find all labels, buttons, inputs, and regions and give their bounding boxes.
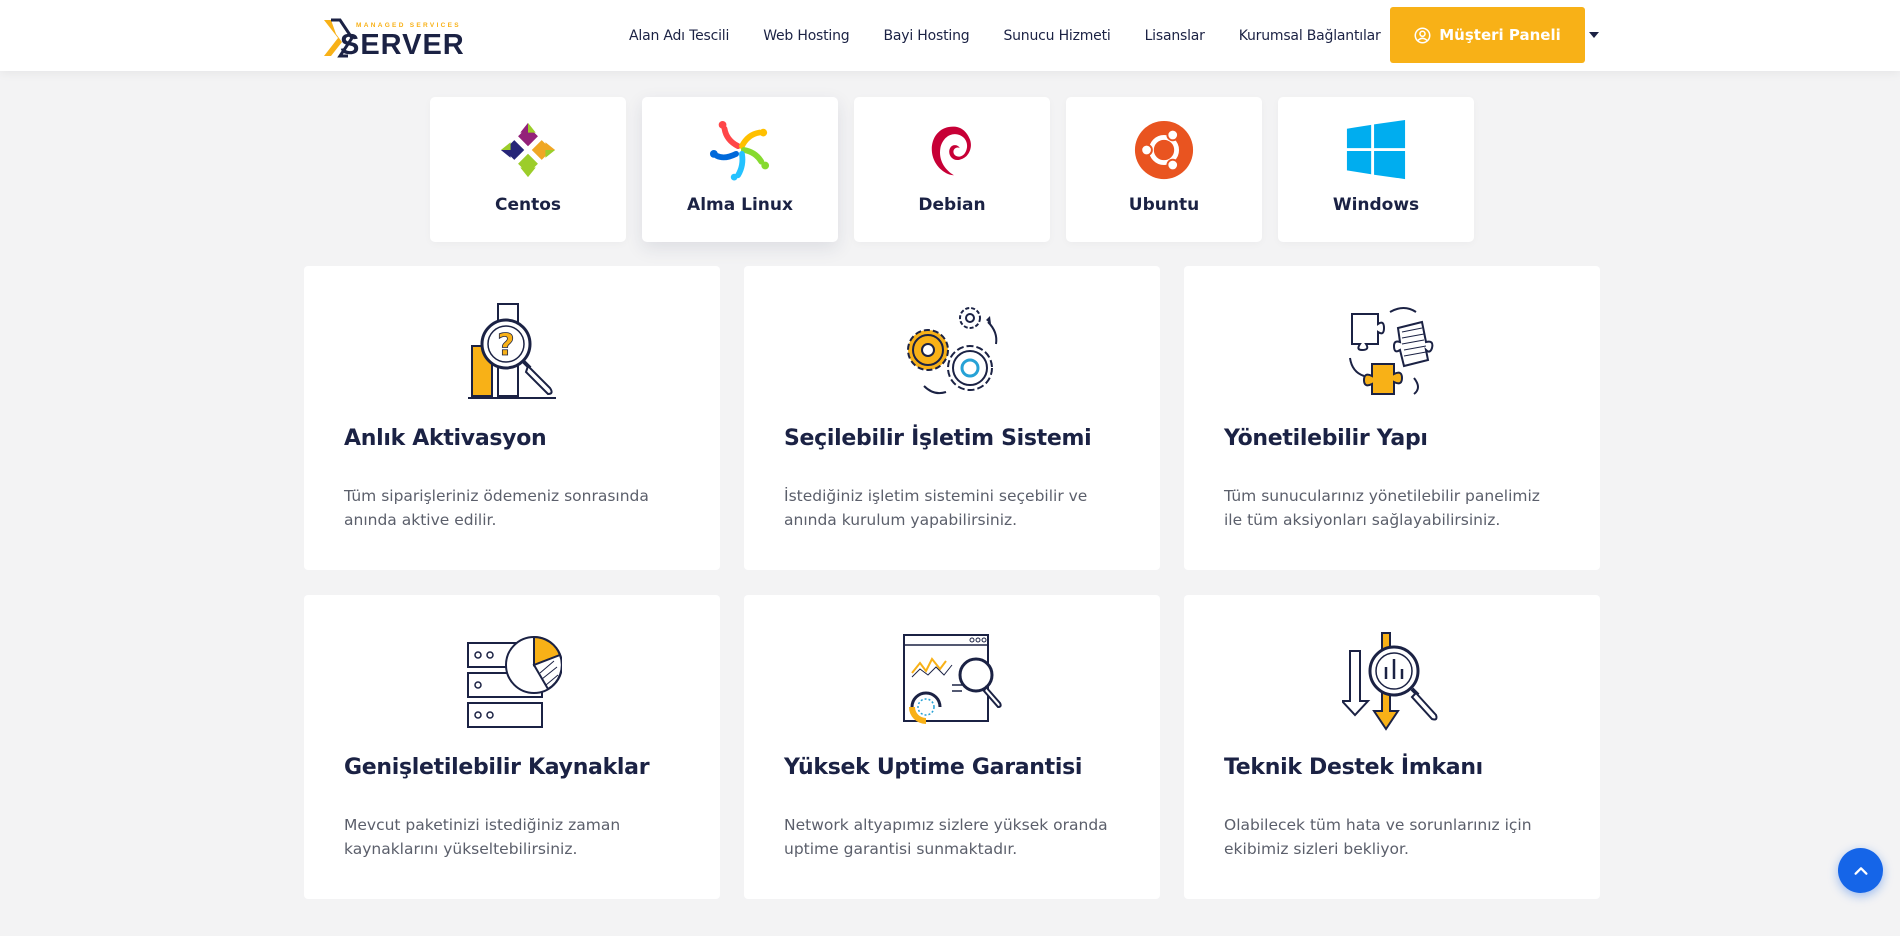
os-name: Centos	[494, 195, 562, 215]
debian-icon	[931, 126, 971, 176]
customer-panel-label: Müşteri Paneli	[1439, 26, 1561, 44]
feature-card-instant-activation: ? Anlık Aktivasyon Tüm siparişleriniz öd…	[304, 266, 720, 570]
logo-text: SERVER	[340, 29, 465, 58]
nav-item-licenses[interactable]: Lisanslar	[1145, 28, 1205, 44]
chevron-up-icon	[1853, 866, 1868, 875]
centos-icon	[500, 122, 556, 178]
almalinux-icon	[709, 120, 770, 181]
feature-description: Network altyapımız sizlere yüksek oranda…	[784, 816, 1108, 858]
server-chart-icon	[467, 635, 562, 728]
os-name: Ubuntu	[1128, 195, 1200, 215]
os-option-ubuntu[interactable]: Ubuntu	[1066, 97, 1262, 242]
feature-title: Yüksek Uptime Garantisi	[784, 755, 1083, 780]
os-name: Windows	[1332, 195, 1420, 215]
caret-down-icon[interactable]	[1589, 32, 1599, 38]
os-option-almalinux[interactable]: Alma Linux	[642, 97, 838, 242]
scroll-to-top-button[interactable]	[1838, 848, 1883, 893]
windows-icon	[1346, 119, 1406, 180]
feature-description: İstediğiniz işletim sistemini seçebilir …	[784, 487, 1088, 529]
feature-title: Yönetilebilir Yapı	[1224, 426, 1428, 451]
nav-item-domain[interactable]: Alan Adı Tescili	[629, 28, 729, 44]
svg-text:?: ?	[497, 328, 514, 363]
user-circle-icon	[1414, 27, 1431, 43]
support-analysis-icon	[1342, 632, 1438, 731]
magnifier-question-icon: ?	[468, 303, 556, 399]
os-name: Alma Linux	[687, 195, 793, 215]
feature-card-uptime-guarantee: Yüksek Uptime Garantisi Network altyapım…	[744, 595, 1160, 899]
feature-title: Genişletilebilir Kaynaklar	[344, 755, 650, 780]
feature-description: Olabilecek tüm hata ve sorunlarınız için…	[1224, 816, 1532, 858]
feature-card-selectable-os: Seçilebilir İşletim Sistemi İstediğiniz …	[744, 266, 1160, 570]
feature-description: Tüm siparişleriniz ödemeniz sonrasında a…	[344, 487, 649, 529]
customer-panel-button[interactable]: Müşteri Paneli	[1390, 7, 1585, 63]
site-header: MANAGED SERVICES SERVER Alan Adı Tescili…	[0, 0, 1900, 71]
nav-item-reseller-hosting[interactable]: Bayi Hosting	[884, 28, 970, 44]
puzzle-icon	[1349, 307, 1434, 395]
xserver-logo[interactable]: MANAGED SERVICES SERVER	[322, 18, 482, 61]
feature-title: Teknik Destek İmkanı	[1224, 755, 1483, 780]
os-option-windows[interactable]: Windows	[1278, 97, 1474, 242]
feature-title: Anlık Aktivasyon	[344, 426, 547, 451]
main-nav: Alan Adı Tescili Web Hosting Bayi Hostin…	[612, 0, 1398, 71]
ubuntu-icon	[1134, 120, 1194, 180]
dashboard-analytics-icon	[903, 634, 1002, 724]
feature-card-expandable-resources: Genişletilebilir Kaynaklar Mevcut paketi…	[304, 595, 720, 899]
gears-icon	[907, 307, 998, 395]
nav-item-server-service[interactable]: Sunucu Hizmeti	[1003, 28, 1110, 44]
feature-card-manageable-structure: Yönetilebilir Yapı Tüm sunucularınız yön…	[1184, 266, 1600, 570]
nav-item-web-hosting[interactable]: Web Hosting	[763, 28, 850, 44]
os-option-centos[interactable]: Centos	[430, 97, 626, 242]
nav-item-corporate-links[interactable]: Kurumsal Bağlantılar	[1239, 28, 1381, 44]
feature-card-technical-support: Teknik Destek İmkanı Olabilecek tüm hata…	[1184, 595, 1600, 899]
feature-description: Tüm sunucularınız yönetilebilir panelimi…	[1224, 487, 1540, 529]
os-name: Debian	[918, 195, 986, 215]
logo-tagline: MANAGED SERVICES	[356, 22, 461, 29]
feature-description: Mevcut paketinizi istediğiniz zaman kayn…	[344, 816, 621, 858]
feature-title: Seçilebilir İşletim Sistemi	[784, 426, 1092, 451]
os-option-debian[interactable]: Debian	[854, 97, 1050, 242]
